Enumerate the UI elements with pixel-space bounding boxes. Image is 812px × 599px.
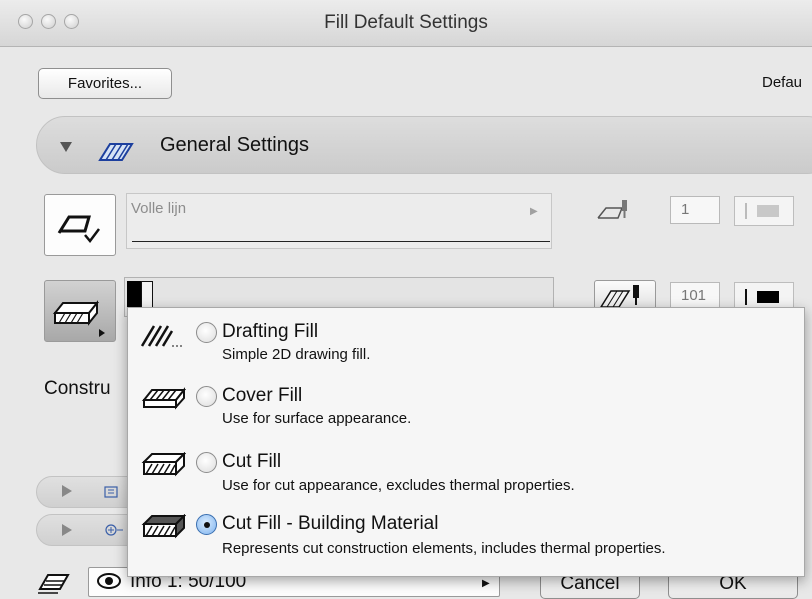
disclosure-triangle-closed-icon[interactable] xyxy=(62,524,72,536)
building-material-description: Represents cut construction elements, in… xyxy=(222,540,666,557)
cut-fill-title: Cut Fill xyxy=(222,451,282,472)
drafting-fill-icon xyxy=(140,325,184,347)
disclosure-triangle-open-icon[interactable] xyxy=(60,142,72,152)
cut-fill-radio[interactable] xyxy=(196,452,217,473)
disclosure-triangle-closed-icon[interactable] xyxy=(62,485,72,497)
favorites-button[interactable]: Favorites... xyxy=(38,68,172,99)
general-settings-panel-header[interactable] xyxy=(36,116,812,174)
line-pen-number-field[interactable]: 1 xyxy=(670,196,720,224)
line-type-name: Volle lijn xyxy=(131,200,187,217)
drafting-fill-description: Simple 2D drawing fill. xyxy=(222,346,371,363)
fill-settings-icon xyxy=(98,143,134,161)
chevron-right-icon: ▶ xyxy=(482,578,490,589)
drafting-fill-radio[interactable] xyxy=(196,322,217,343)
eye-icon xyxy=(97,573,121,589)
general-settings-title: General Settings xyxy=(160,134,309,156)
model-panel-icon xyxy=(104,486,118,498)
building-material-title: Cut Fill - Building Material xyxy=(222,513,439,534)
cover-fill-description: Use for surface appearance. xyxy=(222,410,412,427)
line-type-icon xyxy=(57,215,100,244)
building-material-icon xyxy=(141,514,186,539)
line-pen-icon xyxy=(597,200,627,219)
drafting-fill-title: Drafting Fill xyxy=(222,321,319,342)
cut-fill-icon xyxy=(52,300,105,337)
building-material-radio[interactable] xyxy=(196,514,217,535)
cover-fill-icon xyxy=(141,387,186,410)
cover-fill-title: Cover Fill xyxy=(222,385,303,406)
layer-stack-icon xyxy=(38,574,70,594)
cut-fill-icon xyxy=(141,452,186,477)
line-type-button[interactable] xyxy=(44,194,116,256)
construction-method-label: Constru xyxy=(44,378,111,399)
classification-panel-icon xyxy=(105,524,123,536)
cut-fill-description: Use for cut appearance, excludes thermal… xyxy=(222,477,575,494)
fill-type-button[interactable] xyxy=(44,280,116,342)
default-label: Defau xyxy=(762,74,803,91)
line-pen-color-swatch[interactable] xyxy=(734,196,794,226)
chevron-right-icon: ▶ xyxy=(530,206,538,217)
cover-fill-radio[interactable] xyxy=(196,386,217,407)
fill-pen-number-field[interactable]: 101 xyxy=(670,282,720,310)
line-type-preview xyxy=(132,241,550,242)
window-title: Fill Default Settings xyxy=(324,12,488,33)
